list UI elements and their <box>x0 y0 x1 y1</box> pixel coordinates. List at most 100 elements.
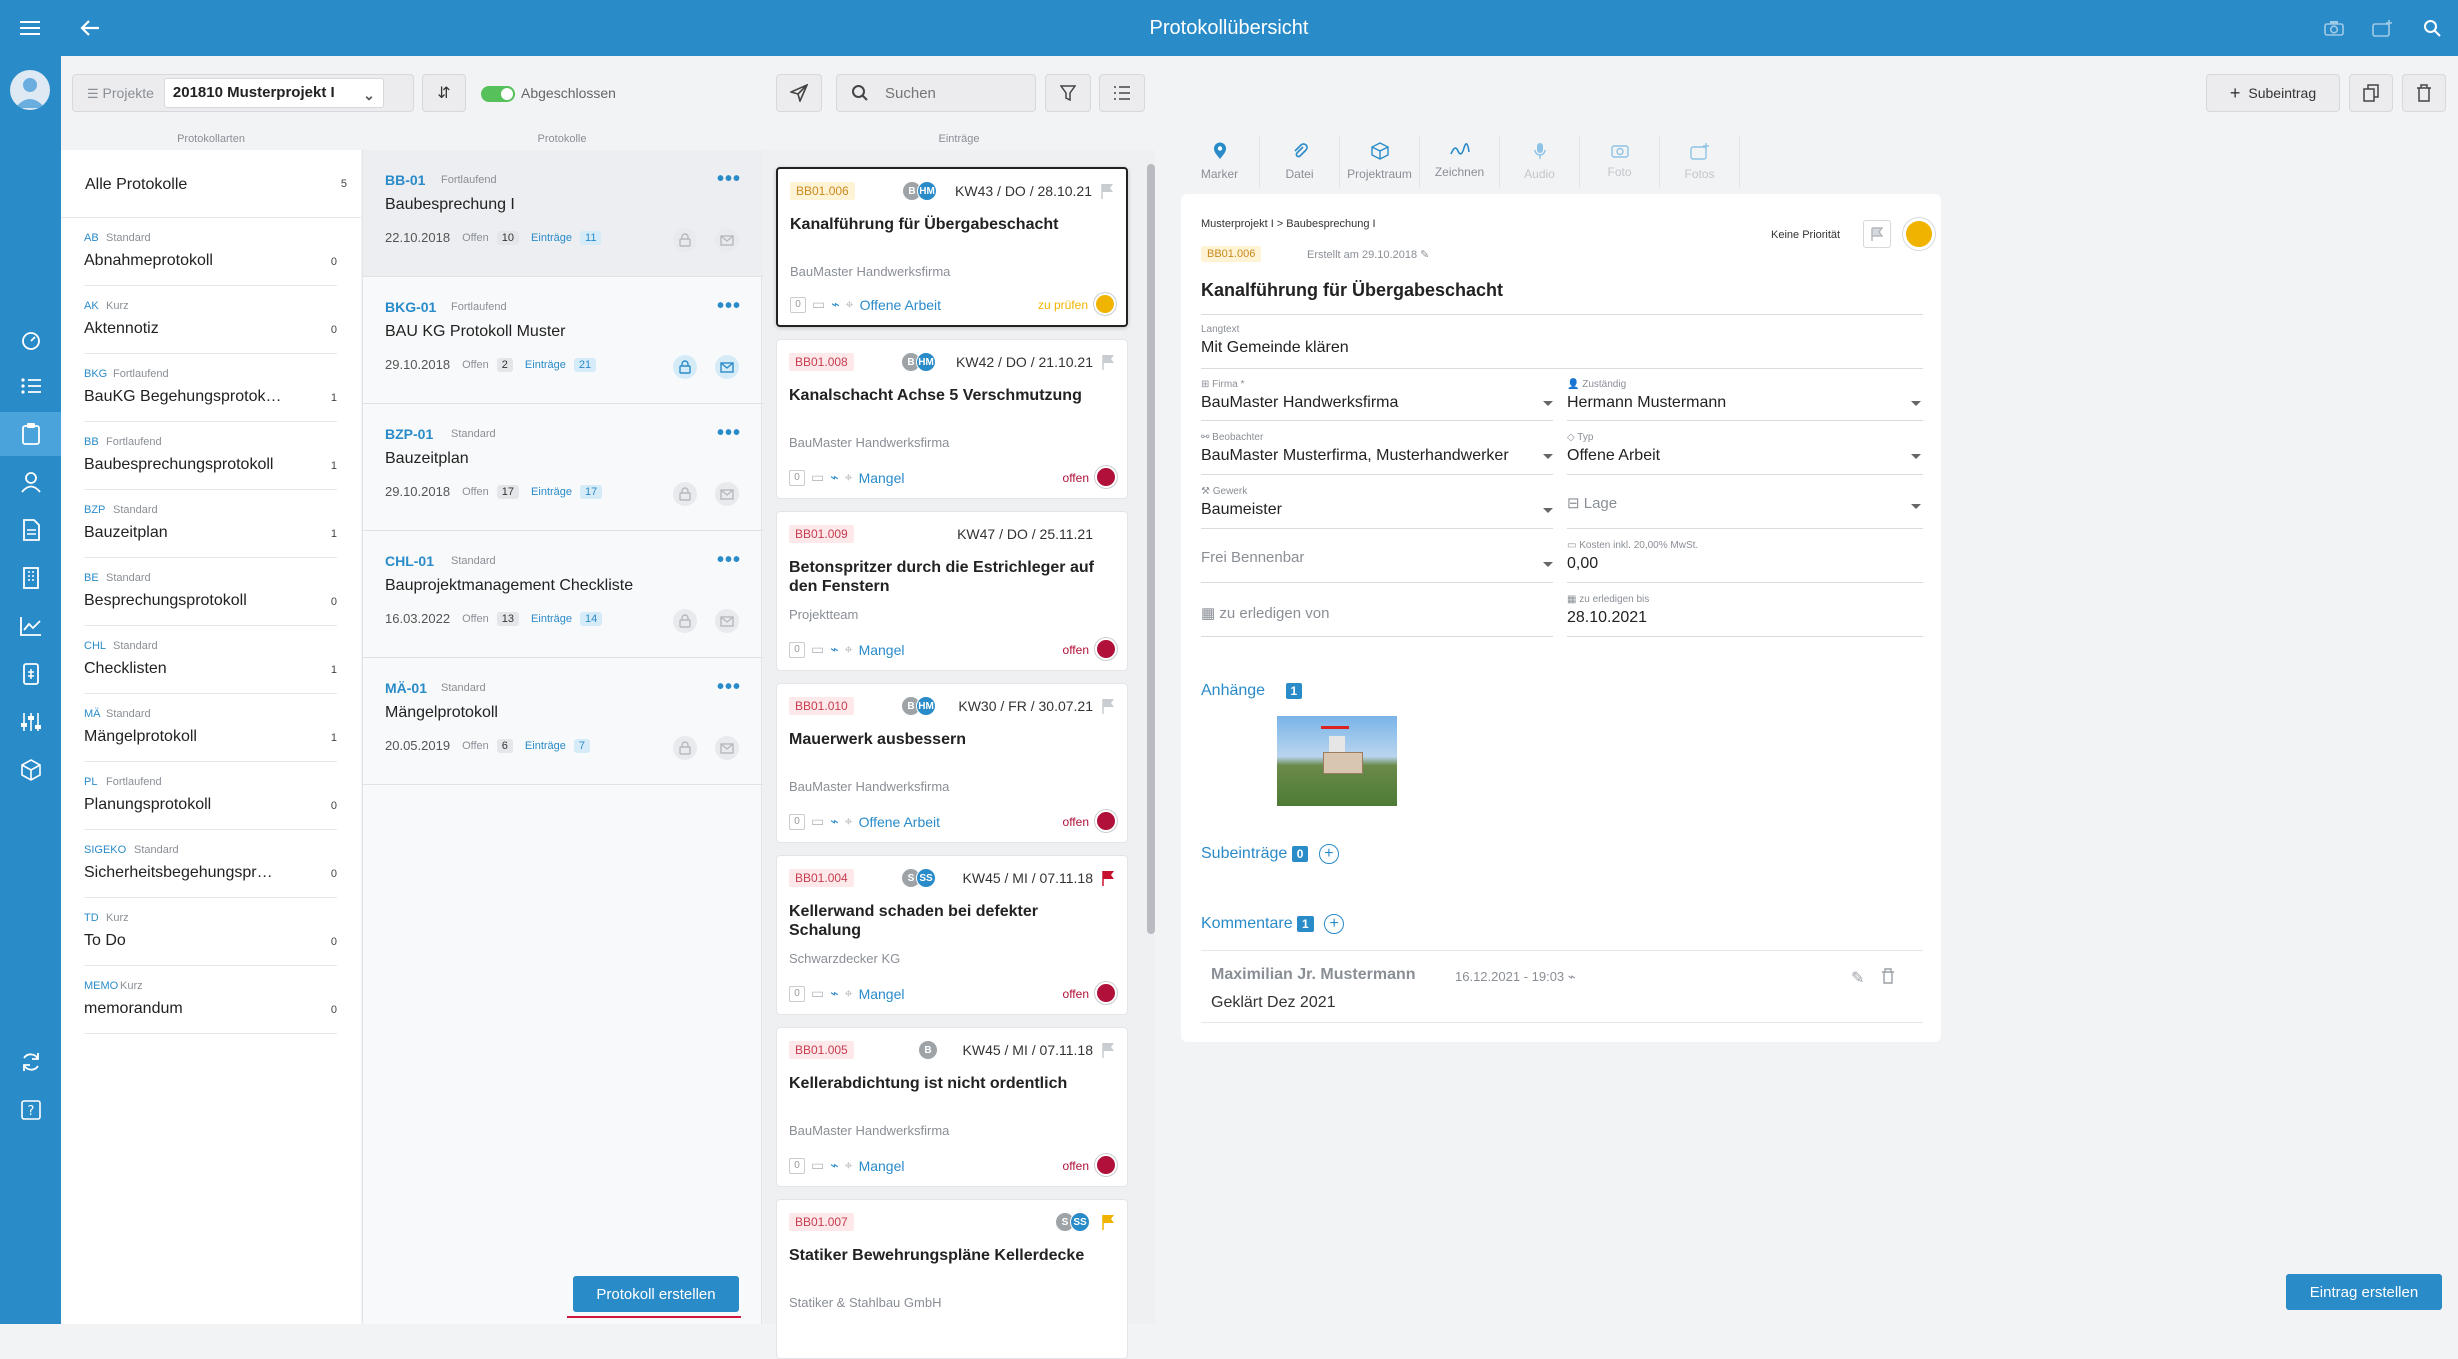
flag-icon[interactable] <box>1101 870 1115 886</box>
tab-datei[interactable]: Datei <box>1260 136 1340 188</box>
entry-card[interactable]: BB01.010 B HM KW30 / FR / 30.07.21 Mauerw… <box>776 683 1128 843</box>
category-all[interactable]: Alle Protokolle 5 <box>61 150 361 218</box>
send-button[interactable] <box>776 74 822 112</box>
kosten-input[interactable]: 0,00 <box>1567 555 1598 573</box>
langtext-value[interactable]: Mit Gemeinde klären <box>1201 339 1349 357</box>
status-dot[interactable] <box>1095 466 1117 488</box>
typ-select[interactable]: Offene Arbeit <box>1567 447 1660 465</box>
category-item[interactable]: BB Fortlaufend Baubesprechungsprotokoll … <box>84 422 337 490</box>
cube-icon[interactable] <box>0 748 61 792</box>
create-protocol-button[interactable]: Protokoll erstellen <box>573 1276 739 1312</box>
edit-icon[interactable]: ✎ <box>1420 249 1429 261</box>
protocol-item[interactable]: CHL-01 Standard Bauprojektmanagement Che… <box>363 531 763 658</box>
sliders-icon[interactable] <box>0 700 61 744</box>
protocol-item[interactable]: BKG-01 Fortlaufend BAU KG Protokoll Must… <box>363 277 763 404</box>
attachments-section[interactable]: Anhänge 1 <box>1201 682 1303 700</box>
entry-card[interactable]: BB01.006 B HM KW43 / DO / 28.10.21 Kanalf… <box>776 167 1128 327</box>
attachment-thumbnail[interactable] <box>1277 716 1397 806</box>
edit-comment-icon[interactable]: ✎ <box>1851 968 1864 988</box>
category-item[interactable]: TD Kurz To Do 0 <box>84 898 337 966</box>
entry-card[interactable]: BB01.009 KW47 / DO / 25.11.21 Betonsprit… <box>776 511 1128 671</box>
category-item[interactable]: MEMO Kurz memorandum 0 <box>84 966 337 1034</box>
help-icon[interactable]: ? <box>0 1088 61 1132</box>
status-dot[interactable] <box>1095 638 1117 660</box>
flag-icon[interactable] <box>1101 1042 1115 1058</box>
category-item[interactable]: BZP Standard Bauzeitplan 1 <box>84 490 337 558</box>
firma-select[interactable]: BauMaster Handwerksfirma <box>1201 394 1398 412</box>
comments-section[interactable]: Kommentare 1 + <box>1201 914 1345 934</box>
lock-icon[interactable] <box>673 736 697 760</box>
lock-icon[interactable] <box>673 482 697 506</box>
erledigen-bis-input[interactable]: 28.10.2021 <box>1567 609 1647 627</box>
status-dot[interactable] <box>1095 982 1117 1004</box>
paperclip-icon[interactable]: ⌁ <box>1568 969 1576 984</box>
more-options-icon[interactable]: ••• <box>717 550 741 570</box>
category-item[interactable]: CHL Standard Checklisten 1 <box>84 626 337 694</box>
add-photo-icon[interactable] <box>2369 14 2397 42</box>
category-item[interactable]: BE Standard Besprechungsprotokoll 0 <box>84 558 337 626</box>
more-options-icon[interactable]: ••• <box>717 423 741 443</box>
protocol-item[interactable]: BB-01 Fortlaufend Baubesprechung I 22.10… <box>363 150 763 277</box>
mail-icon[interactable] <box>715 228 739 252</box>
status-dot[interactable] <box>1094 293 1116 315</box>
clipboard-icon[interactable] <box>0 412 61 456</box>
mail-icon[interactable] <box>715 482 739 506</box>
entry-card[interactable]: BB01.008 B HM KW42 / DO / 21.10.21 Kanals… <box>776 339 1128 499</box>
add-comment-icon[interactable]: + <box>1324 914 1345 934</box>
protocol-item[interactable]: BZP-01 Standard Bauzeitplan 29.10.2018 O… <box>363 404 763 531</box>
avatar[interactable] <box>10 70 50 110</box>
flag-icon[interactable] <box>1101 698 1115 714</box>
status-dot[interactable] <box>1095 810 1117 832</box>
delete-comment-icon[interactable] <box>1881 968 1895 989</box>
mail-icon[interactable] <box>715 355 739 379</box>
status-indicator[interactable] <box>1903 218 1935 250</box>
beobachter-select[interactable]: BauMaster Musterfirma, Musterhandwerker <box>1201 447 1509 465</box>
add-subentry-button[interactable]: + Subeintrag <box>2206 74 2340 112</box>
more-options-icon[interactable]: ••• <box>717 677 741 697</box>
chart-icon[interactable] <box>0 604 61 648</box>
tab-fotos[interactable]: Fotos <box>1660 136 1740 188</box>
zustaendig-select[interactable]: Hermann Mustermann <box>1567 394 1726 412</box>
lock-icon[interactable] <box>673 355 697 379</box>
tab-marker[interactable]: Marker <box>1180 136 1260 188</box>
lock-icon[interactable] <box>673 228 697 252</box>
flag-icon[interactable] <box>1101 1214 1115 1230</box>
create-entry-button[interactable]: Eintrag erstellen <box>2286 1274 2442 1310</box>
entry-card[interactable]: BB01.004 S SS KW45 / MI / 07.11.18 Keller… <box>776 855 1128 1015</box>
status-dot[interactable] <box>1095 1154 1117 1176</box>
entry-card[interactable]: BB01.005 B KW45 / MI / 07.11.18 Kellerab… <box>776 1027 1128 1187</box>
protocol-item[interactable]: MÄ-01 Standard Mängelprotokoll 20.05.201… <box>363 658 763 785</box>
category-item[interactable]: PL Fortlaufend Planungsprotokoll 0 <box>84 762 337 830</box>
list-icon[interactable] <box>0 364 61 408</box>
dashboard-icon[interactable] <box>0 318 61 362</box>
flag-icon[interactable] <box>1100 183 1114 199</box>
delete-button[interactable] <box>2402 74 2446 112</box>
sync-icon[interactable] <box>0 1040 61 1084</box>
tab-audio[interactable]: Audio <box>1500 136 1580 188</box>
more-options-icon[interactable]: ••• <box>717 296 741 316</box>
more-options-icon[interactable]: ••• <box>717 169 741 189</box>
sort-button[interactable]: ⇵ <box>422 74 466 112</box>
category-item[interactable]: AK Kurz Aktennotiz 0 <box>84 286 337 354</box>
category-item[interactable]: BKG Fortlaufend BauKG Begehungsprotok… 1 <box>84 354 337 422</box>
mail-icon[interactable] <box>715 609 739 633</box>
document-icon[interactable] <box>0 508 61 552</box>
entry-card[interactable]: BB01.007 S SS Statiker Bewehrungspläne Ke… <box>776 1199 1128 1359</box>
filter-button[interactable] <box>1045 74 1091 112</box>
tab-zeichnen[interactable]: Zeichnen <box>1420 136 1500 188</box>
search-icon[interactable] <box>2418 14 2446 42</box>
category-item[interactable]: AB Standard Abnahmeprotokoll 0 <box>84 218 337 286</box>
project-select[interactable]: 201810 Musterprojekt I ⌄ <box>163 78 384 108</box>
copy-button[interactable] <box>2349 74 2393 112</box>
search-input[interactable] <box>885 84 1025 102</box>
tab-projektraum[interactable]: Projektraum <box>1340 136 1420 188</box>
flag-icon[interactable] <box>1101 354 1115 370</box>
gewerk-select[interactable]: Baumeister <box>1201 501 1282 519</box>
project-selector[interactable]: ☰ Projekte 201810 Musterprojekt I ⌄ <box>72 74 414 112</box>
camera-icon[interactable] <box>2320 14 2348 42</box>
erledigen-von-input[interactable]: ▦ zu erledigen von <box>1201 604 1329 622</box>
scrollbar[interactable] <box>1147 164 1155 934</box>
category-item[interactable]: SIGEKO Standard Sicherheitsbegehungspr… … <box>84 830 337 898</box>
frei-select[interactable]: Frei Bennenbar <box>1201 549 1304 566</box>
list-view-button[interactable] <box>1099 74 1145 112</box>
